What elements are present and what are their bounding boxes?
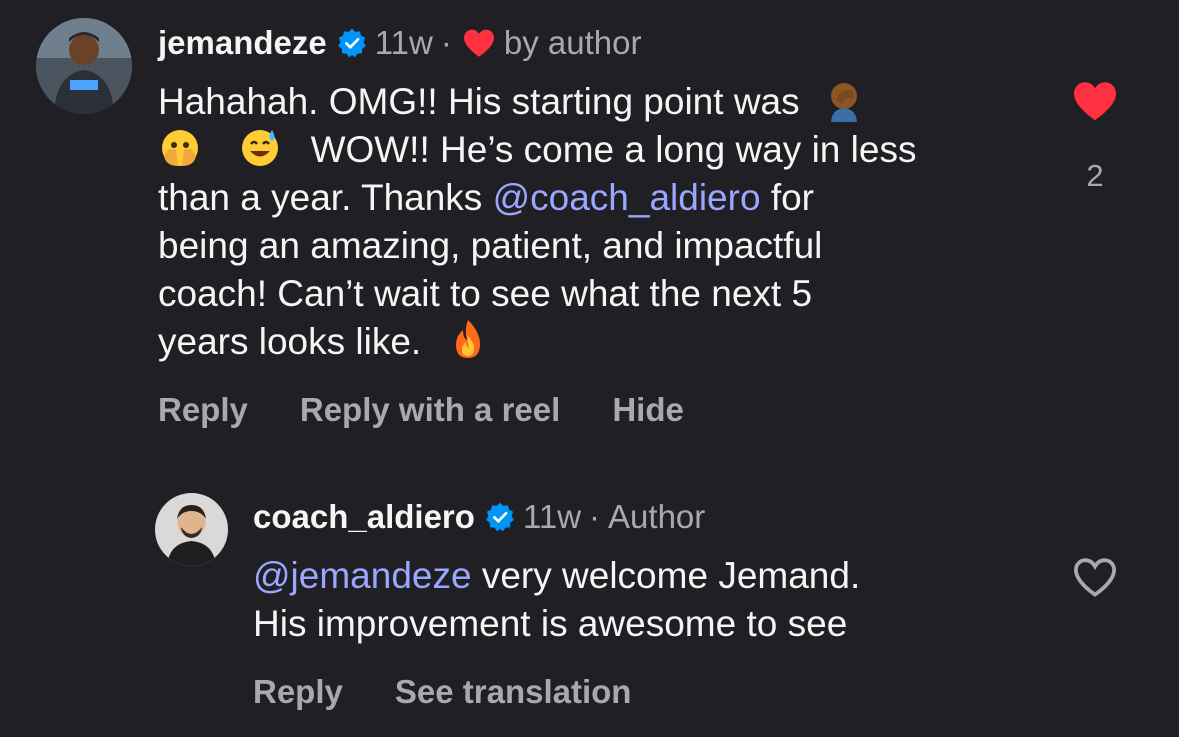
reply-actions: Reply See translation [253, 673, 631, 711]
meta-separator: · [589, 498, 601, 535]
face-palm-emoji [822, 78, 866, 122]
grinning-sweat-emoji [238, 126, 282, 170]
reply-button[interactable]: Reply [158, 391, 248, 429]
comment-text-line-2: WOW!! He’s come a long way in less [310, 129, 917, 170]
face-with-open-eyes-and-hand-over-mouth-emoji [158, 126, 202, 170]
comment-body: Hahahah. OMG!! His starting point was WO… [158, 78, 916, 366]
liked-by-author-label: by author [503, 24, 642, 61]
verified-badge-icon [485, 502, 515, 532]
fire-emoji [446, 318, 490, 362]
comment-age: 11w [374, 24, 433, 61]
reply-text-line-1: very welcome Jemand. [481, 555, 861, 596]
comment-like-heart-icon[interactable] [1072, 80, 1118, 122]
mention-coach-aldiero[interactable]: @coach_aldiero [493, 177, 761, 218]
comment-actions: Reply Reply with a reel Hide [158, 391, 684, 429]
author-liked-heart-icon [462, 28, 496, 58]
reply-username[interactable]: coach_aldiero [253, 498, 475, 536]
reply-body: @jemandeze very welcome Jemand. His impr… [253, 552, 860, 648]
comment-text-line-3: than a year. Thanks [158, 177, 483, 218]
verified-badge-icon [337, 28, 367, 58]
reply-meta: coach_aldiero 11w · Author [253, 498, 705, 536]
comment-like-count: 2 [1086, 158, 1104, 193]
comment-text-line-4: being an amazing, patient, and impactful [158, 225, 823, 266]
avatar-jemandeze[interactable] [36, 18, 132, 114]
author-badge: Author [608, 498, 706, 535]
reply-with-reel-button[interactable]: Reply with a reel [300, 391, 560, 429]
comment-text-line-5: coach! Can’t wait to see what the next 5 [158, 273, 813, 314]
comment-text-line-6: years looks like. [158, 321, 422, 362]
comment-text-line-3-end: for [770, 177, 815, 218]
see-translation-button[interactable]: See translation [395, 673, 632, 711]
hide-button[interactable]: Hide [612, 391, 684, 429]
comment-meta: jemandeze 11w · by author [158, 24, 641, 62]
reply-text-line-2: His improvement is awesome to see [253, 603, 848, 644]
reply-like-heart-outline-icon[interactable] [1072, 556, 1118, 598]
mention-jemandeze[interactable]: @jemandeze [253, 555, 472, 596]
reply-button[interactable]: Reply [253, 673, 343, 711]
comment-thread: jemandeze 11w · by author Hahahah. OMG!!… [0, 0, 1179, 737]
comment-username[interactable]: jemandeze [158, 24, 327, 62]
meta-separator: · [440, 24, 452, 61]
reply-age: 11w [522, 498, 582, 535]
avatar-coach-aldiero[interactable] [155, 493, 228, 566]
comment-text-line-1: Hahahah. OMG!! His starting point was [158, 81, 800, 122]
